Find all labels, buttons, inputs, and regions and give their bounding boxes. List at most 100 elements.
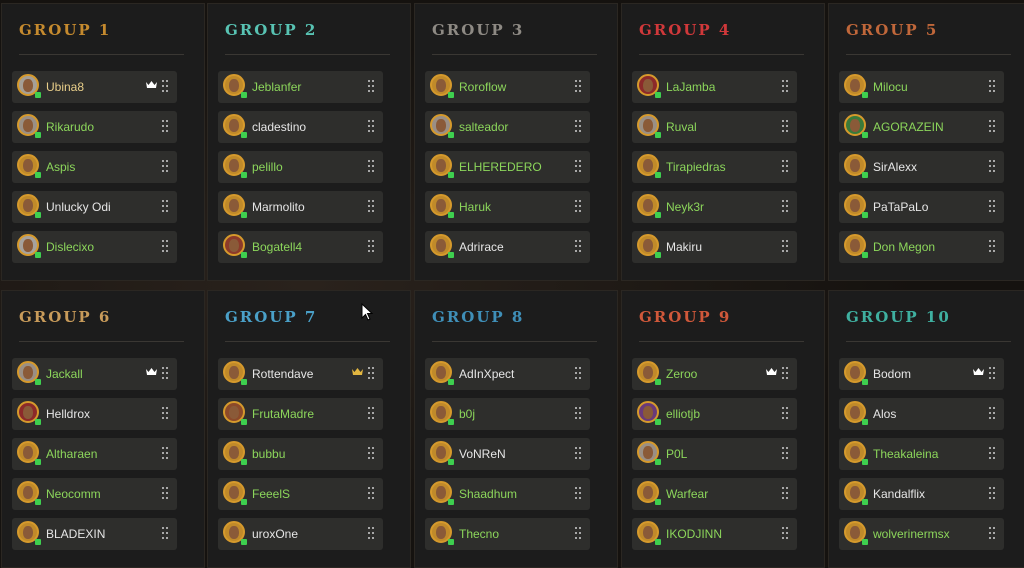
drag-handle-icon[interactable] bbox=[989, 160, 995, 173]
drag-handle-icon[interactable] bbox=[575, 447, 581, 460]
player-row[interactable]: AdInXpect bbox=[425, 358, 590, 390]
drag-handle-icon[interactable] bbox=[575, 80, 581, 93]
drag-handle-icon[interactable] bbox=[989, 120, 995, 133]
player-row[interactable]: Makiru bbox=[632, 231, 797, 263]
drag-handle-icon[interactable] bbox=[575, 527, 581, 540]
drag-handle-icon[interactable] bbox=[782, 80, 788, 93]
player-row[interactable]: uroxOne bbox=[218, 518, 383, 550]
player-row[interactable]: Bodom bbox=[839, 358, 1004, 390]
drag-handle-icon[interactable] bbox=[782, 487, 788, 500]
drag-handle-icon[interactable] bbox=[989, 407, 995, 420]
player-row[interactable]: Roroflow bbox=[425, 71, 590, 103]
drag-handle-icon[interactable] bbox=[162, 527, 168, 540]
player-row[interactable]: IKODJINN bbox=[632, 518, 797, 550]
drag-handle-icon[interactable] bbox=[162, 80, 168, 93]
drag-handle-icon[interactable] bbox=[989, 200, 995, 213]
drag-handle-icon[interactable] bbox=[162, 367, 168, 380]
drag-handle-icon[interactable] bbox=[575, 200, 581, 213]
player-row[interactable]: Jackall bbox=[12, 358, 177, 390]
drag-handle-icon[interactable] bbox=[162, 200, 168, 213]
drag-handle-icon[interactable] bbox=[782, 200, 788, 213]
player-row[interactable]: Aspis bbox=[12, 151, 177, 183]
player-row[interactable]: BLADEXIN bbox=[12, 518, 177, 550]
player-row[interactable]: Marmolito bbox=[218, 191, 383, 223]
player-row[interactable]: Adrirace bbox=[425, 231, 590, 263]
player-row[interactable]: Dislecixo bbox=[12, 231, 177, 263]
drag-handle-icon[interactable] bbox=[162, 160, 168, 173]
player-row[interactable]: Theakaleina bbox=[839, 438, 1004, 470]
player-row[interactable]: VoNReN bbox=[425, 438, 590, 470]
drag-handle-icon[interactable] bbox=[782, 120, 788, 133]
player-row[interactable]: Alos bbox=[839, 398, 1004, 430]
drag-handle-icon[interactable] bbox=[989, 487, 995, 500]
player-row[interactable]: AGORAZEIN bbox=[839, 111, 1004, 143]
drag-handle-icon[interactable] bbox=[162, 407, 168, 420]
drag-handle-icon[interactable] bbox=[575, 407, 581, 420]
player-row[interactable]: Kandalflix bbox=[839, 478, 1004, 510]
player-row[interactable]: b0j bbox=[425, 398, 590, 430]
drag-handle-icon[interactable] bbox=[368, 487, 374, 500]
drag-handle-icon[interactable] bbox=[368, 200, 374, 213]
player-row[interactable]: Neyk3r bbox=[632, 191, 797, 223]
drag-handle-icon[interactable] bbox=[989, 447, 995, 460]
player-row[interactable]: Neocomm bbox=[12, 478, 177, 510]
drag-handle-icon[interactable] bbox=[782, 240, 788, 253]
player-row[interactable]: ELHEREDERO bbox=[425, 151, 590, 183]
drag-handle-icon[interactable] bbox=[782, 407, 788, 420]
drag-handle-icon[interactable] bbox=[989, 527, 995, 540]
player-row[interactable]: FrutaMadre bbox=[218, 398, 383, 430]
player-row[interactable]: Don Megon bbox=[839, 231, 1004, 263]
drag-handle-icon[interactable] bbox=[575, 160, 581, 173]
drag-handle-icon[interactable] bbox=[989, 367, 995, 380]
player-row[interactable]: elliotjb bbox=[632, 398, 797, 430]
player-row[interactable]: Jeblanfer bbox=[218, 71, 383, 103]
drag-handle-icon[interactable] bbox=[575, 367, 581, 380]
player-row[interactable]: Tirapiedras bbox=[632, 151, 797, 183]
player-row[interactable]: Shaadhum bbox=[425, 478, 590, 510]
drag-handle-icon[interactable] bbox=[162, 447, 168, 460]
drag-handle-icon[interactable] bbox=[368, 80, 374, 93]
drag-handle-icon[interactable] bbox=[368, 527, 374, 540]
player-row[interactable]: LaJamba bbox=[632, 71, 797, 103]
drag-handle-icon[interactable] bbox=[368, 367, 374, 380]
player-row[interactable]: Rikarudo bbox=[12, 111, 177, 143]
player-row[interactable]: salteador bbox=[425, 111, 590, 143]
player-row[interactable]: Altharaen bbox=[12, 438, 177, 470]
drag-handle-icon[interactable] bbox=[368, 120, 374, 133]
player-row[interactable]: Milocu bbox=[839, 71, 1004, 103]
player-row[interactable]: Ubina8 bbox=[12, 71, 177, 103]
drag-handle-icon[interactable] bbox=[989, 240, 995, 253]
player-row[interactable]: FeeelS bbox=[218, 478, 383, 510]
drag-handle-icon[interactable] bbox=[989, 80, 995, 93]
drag-handle-icon[interactable] bbox=[575, 120, 581, 133]
player-row[interactable]: Warfear bbox=[632, 478, 797, 510]
player-row[interactable]: Haruk bbox=[425, 191, 590, 223]
drag-handle-icon[interactable] bbox=[782, 160, 788, 173]
player-row[interactable]: bubbu bbox=[218, 438, 383, 470]
drag-handle-icon[interactable] bbox=[782, 447, 788, 460]
drag-handle-icon[interactable] bbox=[368, 240, 374, 253]
player-row[interactable]: wolverinermsx bbox=[839, 518, 1004, 550]
player-row[interactable]: Unlucky Odi bbox=[12, 191, 177, 223]
player-row[interactable]: cladestino bbox=[218, 111, 383, 143]
drag-handle-icon[interactable] bbox=[368, 160, 374, 173]
player-row[interactable]: PaTaPaLo bbox=[839, 191, 1004, 223]
drag-handle-icon[interactable] bbox=[368, 407, 374, 420]
player-row[interactable]: Rottendave bbox=[218, 358, 383, 390]
drag-handle-icon[interactable] bbox=[782, 367, 788, 380]
drag-handle-icon[interactable] bbox=[575, 240, 581, 253]
player-row[interactable]: Thecno bbox=[425, 518, 590, 550]
drag-handle-icon[interactable] bbox=[368, 447, 374, 460]
player-row[interactable]: Bogatell4 bbox=[218, 231, 383, 263]
drag-handle-icon[interactable] bbox=[575, 487, 581, 500]
drag-handle-icon[interactable] bbox=[162, 120, 168, 133]
drag-handle-icon[interactable] bbox=[162, 240, 168, 253]
drag-handle-icon[interactable] bbox=[162, 487, 168, 500]
drag-handle-icon[interactable] bbox=[782, 527, 788, 540]
player-row[interactable]: Ruval bbox=[632, 111, 797, 143]
player-row[interactable]: Helldrox bbox=[12, 398, 177, 430]
player-row[interactable]: SirAlexx bbox=[839, 151, 1004, 183]
player-row[interactable]: pelillo bbox=[218, 151, 383, 183]
player-row[interactable]: P0L bbox=[632, 438, 797, 470]
player-row[interactable]: Zeroo bbox=[632, 358, 797, 390]
